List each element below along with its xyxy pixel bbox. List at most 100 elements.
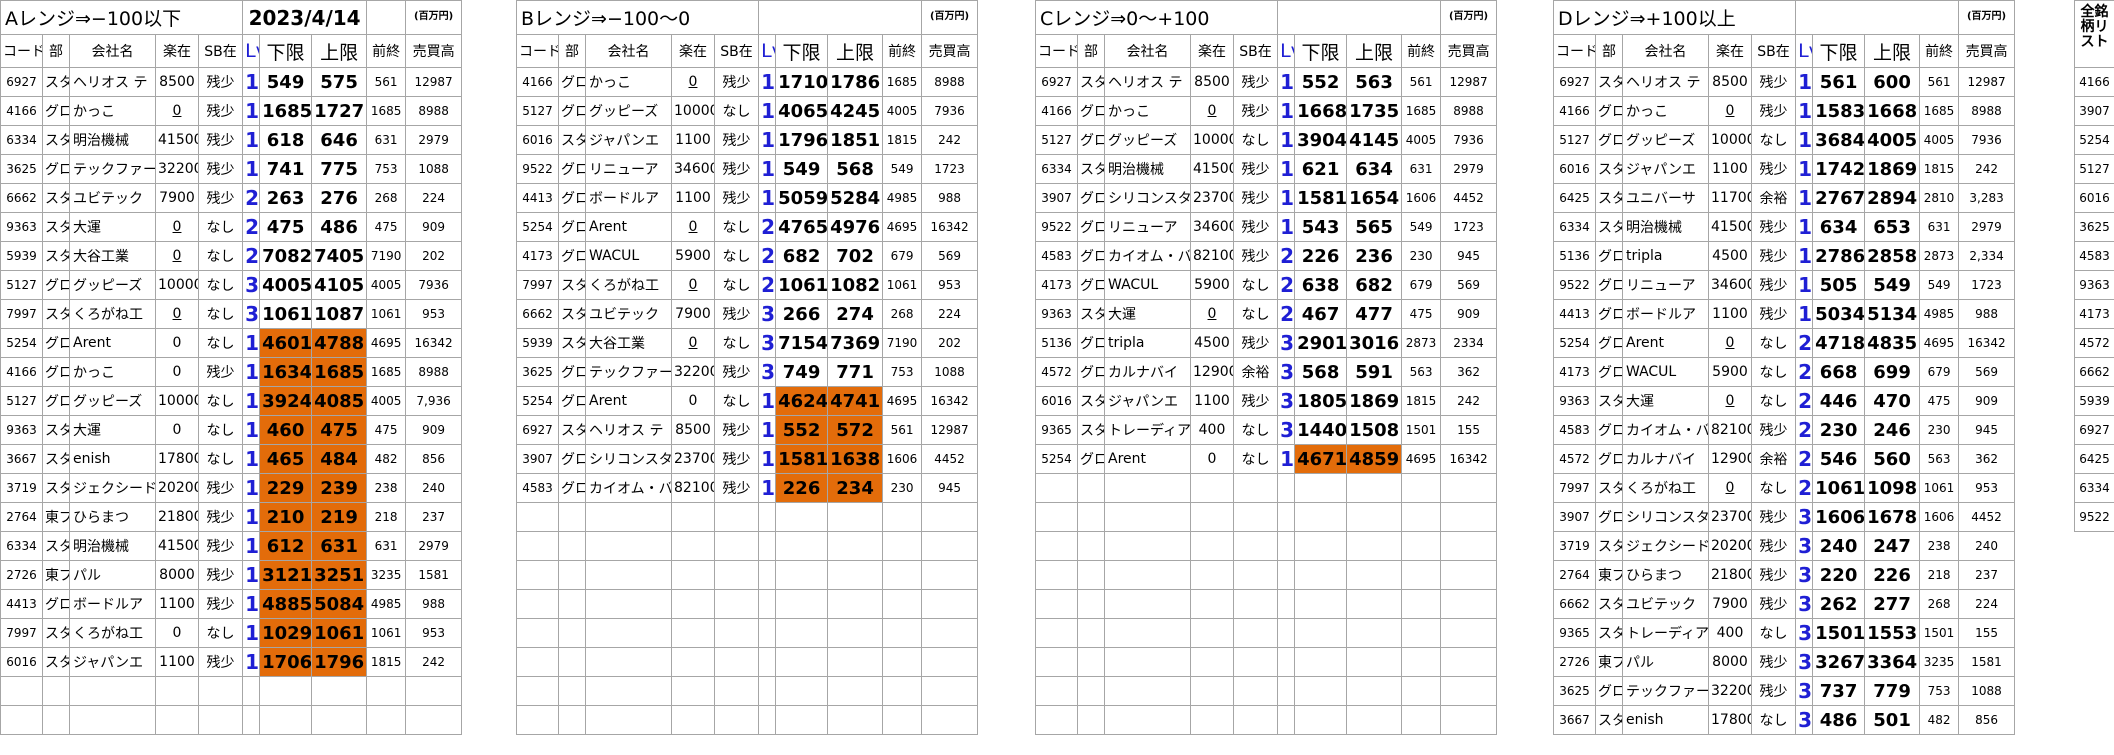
table-row[interactable]: 6334スタ明治機械41500残少16346536312979 <box>1553 212 2016 242</box>
list-item[interactable]: 4166 <box>2074 67 2114 97</box>
table-row[interactable]: 6927スタヘリオス テ8500残少156160056112987 <box>1553 67 2016 97</box>
table-row[interactable]: 4173グロWACUL5900なし2682702679569 <box>516 241 979 271</box>
cell-upper: 4859 <box>1346 444 1403 474</box>
table-row[interactable]: 9522グロリニューア34600残少15495685491723 <box>516 154 979 184</box>
table-row[interactable]: 9363スタ大運0なし1460475475909 <box>0 415 463 445</box>
table-row[interactable]: 2764東プひらまつ21800残少3220226218237 <box>1553 560 2016 590</box>
table-row[interactable]: 6927スタヘリオス テ8500残少155257256112987 <box>516 415 979 445</box>
cell-name: ユビテック <box>1622 589 1709 619</box>
table-row[interactable]: 4413グロボードルア1100残少1503451344985988 <box>1553 299 2016 329</box>
cell-raku: 1100 <box>1708 299 1752 329</box>
table-row[interactable]: 7997スタくろがね工0なし2106110821061953 <box>516 270 979 300</box>
table-row[interactable]: 7997スタくろがね工0なし2106110981061953 <box>1553 473 2016 503</box>
table-row[interactable]: 9363スタ大運0なし2475486475909 <box>0 212 463 242</box>
list-item[interactable]: 6016 <box>2074 183 2114 213</box>
table-row[interactable]: 9363スタ大運0なし2446470475909 <box>1553 386 2016 416</box>
table-row[interactable]: 5939スタ大谷工業0なし2708274057190202 <box>0 241 463 271</box>
table-row[interactable]: 3907グロシリコンスタ23700残少31606167816064452 <box>1553 502 2016 532</box>
table-row[interactable]: 5254グロArent0なし146714859469516342 <box>1035 444 1498 474</box>
cell-prev: 4985 <box>366 589 407 619</box>
list-item[interactable]: 9363 <box>2074 270 2114 300</box>
cell-raku: 1100 <box>671 183 715 213</box>
table-row[interactable]: 6334スタ明治機械41500残少16216346312979 <box>1035 154 1498 184</box>
header-name: 会社名 <box>585 34 672 68</box>
table-row[interactable]: 3907グロシリコンスタ23700残少11581163816064452 <box>516 444 979 474</box>
table-row[interactable]: 5127グログッピーズ10000なし13924408540057,936 <box>0 386 463 416</box>
table-row[interactable]: 6425スタユニバーサ11700余裕12767289428103,283 <box>1553 183 2016 213</box>
table-row[interactable]: 7997スタくろがね工0なし3106110871061953 <box>0 299 463 329</box>
table-row[interactable]: 3667スタenish17800なし1465484482856 <box>0 444 463 474</box>
list-item[interactable]: 4572 <box>2074 328 2114 358</box>
table-row[interactable]: 4572グロカルナバイ12900余裕3568591563362 <box>1035 357 1498 387</box>
table-row[interactable]: 4166グロかっこ0残少11685172716858988 <box>0 96 463 126</box>
table-row[interactable]: 4166グロかっこ0残少11634168516858988 <box>0 357 463 387</box>
table-row[interactable]: 3719スタジェクシード20200残少3240247238240 <box>1553 531 2016 561</box>
table-row[interactable]: 4166グロかっこ0残少11583166816858988 <box>1553 96 2016 126</box>
table-row[interactable]: 9365スタトレーディア400なし3144015081501155 <box>1035 415 1498 445</box>
table-row[interactable]: 3907グロシリコンスタ23700残少11581165416064452 <box>1035 183 1498 213</box>
table-row[interactable]: 9522グロリニューア34600残少15435655491723 <box>1035 212 1498 242</box>
table-row[interactable]: 2726東プパル8000残少13121325132351581 <box>0 560 463 590</box>
list-item[interactable]: 6425 <box>2074 444 2114 474</box>
table-row[interactable]: 7997スタくろがね工0なし1102910611061953 <box>0 618 463 648</box>
table-row[interactable]: 6334スタ明治機械41500残少16186466312979 <box>0 125 463 155</box>
table-row[interactable]: 3625グロテックファー32200残少17417757531088 <box>0 154 463 184</box>
list-item[interactable]: 5254 <box>2074 125 2114 155</box>
table-row[interactable]: 5254グロArent0なし146244741469516342 <box>516 386 979 416</box>
table-row[interactable]: 4572グロカルナバイ12900余裕2546560563362 <box>1553 444 2016 474</box>
table-row[interactable]: 5136グロtripla4500残少12786285828732,334 <box>1553 241 2016 271</box>
cell-dept: グロ <box>1595 415 1623 445</box>
table-row[interactable]: 5127グログッピーズ10000なし13904414540057936 <box>1035 125 1498 155</box>
table-row[interactable]: 3625グロテックファー32200残少37497717531088 <box>516 357 979 387</box>
table-row[interactable]: 3719スタジェクシード20200残少1229239238240 <box>0 473 463 503</box>
list-item[interactable]: 5127 <box>2074 154 2114 184</box>
cell-code: 7997 <box>1553 473 1596 503</box>
table-row[interactable]: 9363スタ大運0なし2467477475909 <box>1035 299 1498 329</box>
list-item[interactable]: 6927 <box>2074 415 2114 445</box>
table-row[interactable]: 5254グロArent0なし247654976469516342 <box>516 212 979 242</box>
table-row[interactable]: 3667スタenish17800なし3486501482856 <box>1553 705 2016 735</box>
table-row[interactable]: 4166グロかっこ0残少11710178616858988 <box>516 67 979 97</box>
table-row[interactable]: 4173グロWACUL5900なし2668699679569 <box>1553 357 2016 387</box>
table-row[interactable]: 4583グロカイオム・バ82100残少2226236230945 <box>1035 241 1498 271</box>
table-row[interactable]: 9522グロリニューア34600残少15055495491723 <box>1553 270 2016 300</box>
table-row[interactable]: 5127グログッピーズ10000なし14065424540057936 <box>516 96 979 126</box>
list-item[interactable]: 3907 <box>2074 96 2114 126</box>
table-row[interactable]: 6927スタヘリオス テ8500残少155256356112987 <box>1035 67 1498 97</box>
table-row[interactable]: 4173グロWACUL5900なし2638682679569 <box>1035 270 1498 300</box>
table-row[interactable]: 6927スタヘリオス テ8500残少154957556112987 <box>0 67 463 97</box>
cell-name: 大運 <box>69 415 156 445</box>
table-row[interactable]: 6662スタユビテック7900残少3262277268224 <box>1553 589 2016 619</box>
table-row[interactable]: 6016スタジャパンエ1100残少1170617961815242 <box>0 647 463 677</box>
table-row[interactable]: 4413グロボードルア1100残少1505952844985988 <box>516 183 979 213</box>
table-row[interactable]: 5254グロArent0なし146014788469516342 <box>0 328 463 358</box>
list-item[interactable]: 4173 <box>2074 299 2114 329</box>
table-row[interactable]: 6662スタユビテック7900残少2263276268224 <box>0 183 463 213</box>
table-row[interactable]: 5939スタ大谷工業0なし3715473697190202 <box>516 328 979 358</box>
list-item[interactable]: 6334 <box>2074 473 2114 503</box>
table-row[interactable]: 4413グロボードルア1100残少1488550844985988 <box>0 589 463 619</box>
table-row[interactable]: 2726東プパル8000残少33267336432351581 <box>1553 647 2016 677</box>
table-row[interactable]: 3625グロテックファー32200残少37377797531088 <box>1553 676 2016 706</box>
table-row[interactable]: 9365スタトレーディア400なし3150115531501155 <box>1553 618 2016 648</box>
cell-code: 4413 <box>0 589 43 619</box>
table-row[interactable]: 5136グロtripla4500残少32901301628732334 <box>1035 328 1498 358</box>
table-row[interactable]: 5127グログッピーズ10000なし34005410540057936 <box>0 270 463 300</box>
table-row[interactable]: 5127グログッピーズ10000なし13684400540057936 <box>1553 125 2016 155</box>
table-row[interactable]: 6334スタ明治機械41500残少16126316312979 <box>0 531 463 561</box>
list-item[interactable]: 9522 <box>2074 502 2114 532</box>
table-row[interactable]: 6016スタジャパンエ1100残少1179618511815242 <box>516 125 979 155</box>
list-item[interactable]: 6662 <box>2074 357 2114 387</box>
table-row[interactable]: 5254グロArent0なし247184835469516342 <box>1553 328 2016 358</box>
table-row[interactable]: 6016スタジャパンエ1100残少1174218691815242 <box>1553 154 2016 184</box>
table-row[interactable]: 2764東プひらまつ21800残少1210219218237 <box>0 502 463 532</box>
list-item[interactable]: 4583 <box>2074 241 2114 271</box>
cell-name: WACUL <box>1104 270 1191 300</box>
list-item[interactable]: 5939 <box>2074 386 2114 416</box>
table-row[interactable]: 4583グロカイオム・バ82100残少2230246230945 <box>1553 415 2016 445</box>
table-row[interactable]: 6016スタジャパンエ1100残少3180518691815242 <box>1035 386 1498 416</box>
list-item[interactable]: 3625 <box>2074 212 2114 242</box>
table-row[interactable]: 6662スタユビテック7900残少3266274268224 <box>516 299 979 329</box>
table-row[interactable]: 4166グロかっこ0残少11668173516858988 <box>1035 96 1498 126</box>
table-row[interactable]: 4583グロカイオム・バ82100残少1226234230945 <box>516 473 979 503</box>
